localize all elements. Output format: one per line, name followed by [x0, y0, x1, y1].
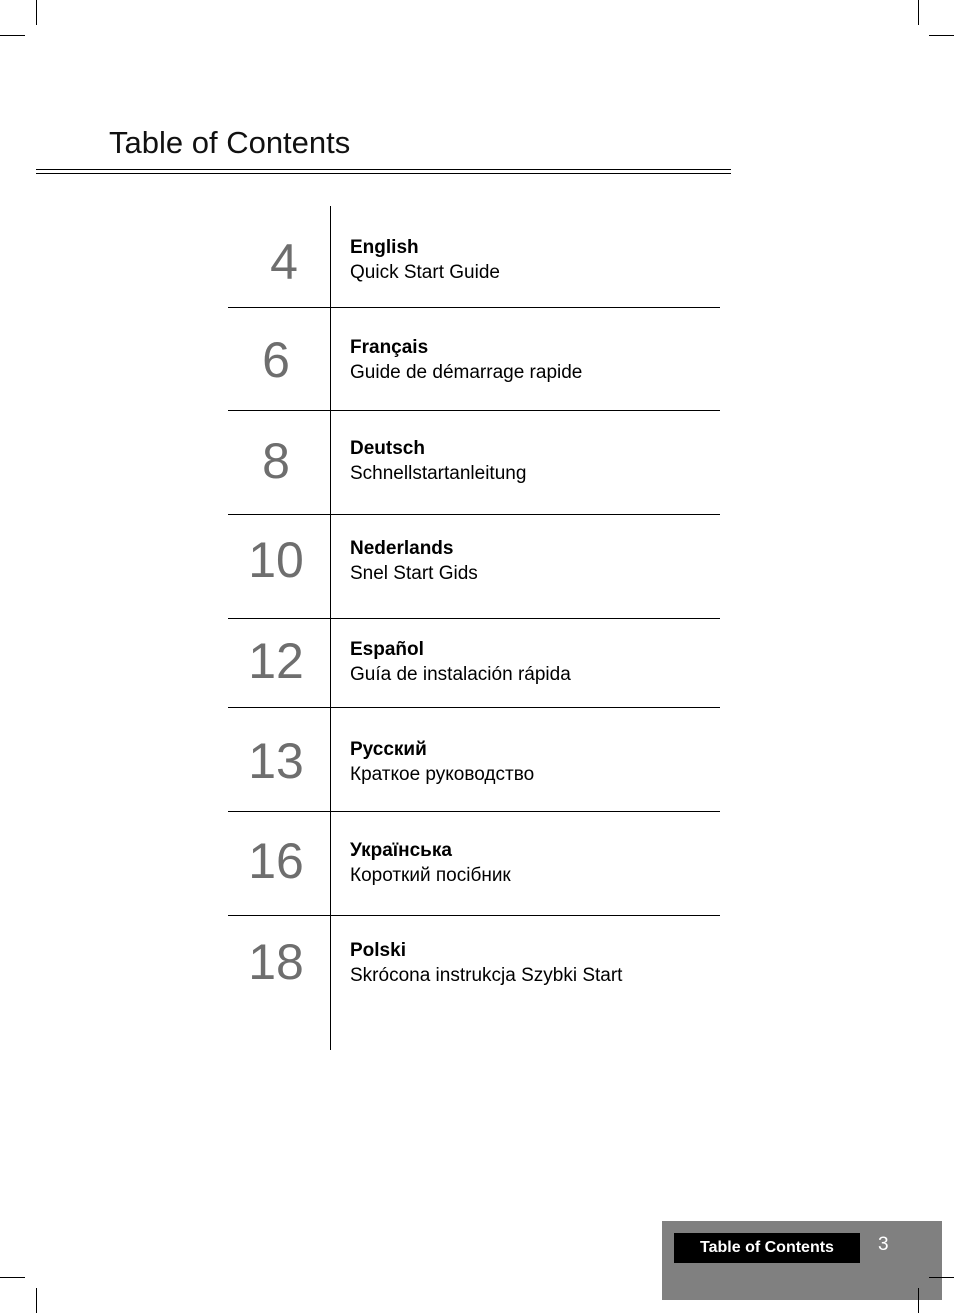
toc-title: Guide de démarrage rapide — [350, 362, 583, 383]
toc-page-number: 18 — [248, 934, 304, 990]
toc-entry-text: Українська Короткий посібник — [350, 838, 511, 888]
toc-language: Español — [350, 639, 424, 660]
toc-title: Краткое руководство — [350, 764, 535, 785]
toc-entry-text: Nederlands Snel Start Gids — [350, 536, 478, 586]
toc-language: Nederlands — [350, 538, 454, 559]
toc-page-number: 4 — [270, 234, 298, 290]
crop-mark-top-right-vertical — [918, 0, 919, 25]
toc-title: Snel Start Gids — [350, 563, 478, 584]
toc-entry-text: English Quick Start Guide — [350, 235, 500, 285]
crop-mark-bottom-left-vertical — [36, 1288, 37, 1313]
page-title: Table of Contents — [109, 125, 351, 160]
toc-language: Français — [350, 337, 429, 358]
toc-entry-text: Français Guide de démarrage rapide — [350, 335, 582, 385]
toc-page-number: 8 — [262, 433, 290, 489]
toc-language: Polski — [350, 940, 406, 961]
toc-entry-text: Español Guía de instalación rápida — [350, 637, 571, 687]
toc-entry[interactable]: 16 Українська Короткий посібник — [228, 812, 720, 915]
crop-mark-top-left-vertical — [36, 0, 37, 25]
toc-page-number: 6 — [262, 332, 290, 388]
toc-language: Русский — [350, 739, 427, 760]
toc-language: English — [350, 237, 419, 258]
footer-section-label: Table of Contents — [674, 1233, 860, 1263]
crop-mark-top-left-horizontal — [0, 35, 25, 36]
toc-entry[interactable]: 13 Русский Краткое руководство — [228, 708, 720, 811]
title-rule-top — [36, 169, 731, 170]
toc-title: Короткий посібник — [350, 865, 511, 886]
crop-mark-bottom-right-vertical — [918, 1288, 919, 1313]
toc-page-number: 10 — [248, 532, 304, 588]
toc-language: Українська — [350, 840, 452, 861]
toc-page-number: 16 — [248, 833, 304, 889]
toc-entry[interactable]: 10 Nederlands Snel Start Gids — [228, 515, 720, 618]
toc-title: Quick Start Guide — [350, 262, 500, 283]
crop-mark-bottom-left-horizontal — [0, 1277, 25, 1278]
footer-page-number: 3 — [878, 1234, 889, 1255]
toc-entry[interactable]: 4 English Quick Start Guide — [228, 206, 720, 307]
crop-mark-bottom-right-horizontal — [929, 1277, 954, 1278]
toc-page-number: 13 — [248, 733, 304, 789]
toc-entry[interactable]: 8 Deutsch Schnellstartanleitung — [228, 411, 720, 514]
toc-title: Skrócona instrukcja Szybki Start — [350, 965, 623, 986]
toc-entry[interactable]: 12 Español Guía de instalación rápida — [228, 619, 720, 707]
toc-language: Deutsch — [350, 438, 425, 459]
toc-entry[interactable]: 6 Français Guide de démarrage rapide — [228, 308, 720, 410]
toc-page-number: 12 — [248, 633, 304, 689]
toc-entry-text: Deutsch Schnellstartanleitung — [350, 436, 526, 486]
toc-title: Guía de instalación rápida — [350, 664, 571, 685]
crop-mark-top-right-horizontal — [929, 35, 954, 36]
toc-entry-text: Русский Краткое руководство — [350, 737, 534, 787]
toc-title: Schnellstartanleitung — [350, 463, 527, 484]
toc-entry[interactable]: 18 Polski Skrócona instrukcja Szybki Sta… — [228, 916, 720, 1050]
toc-entry-text: Polski Skrócona instrukcja Szybki Start — [350, 938, 622, 988]
title-rule-bottom — [36, 173, 731, 174]
